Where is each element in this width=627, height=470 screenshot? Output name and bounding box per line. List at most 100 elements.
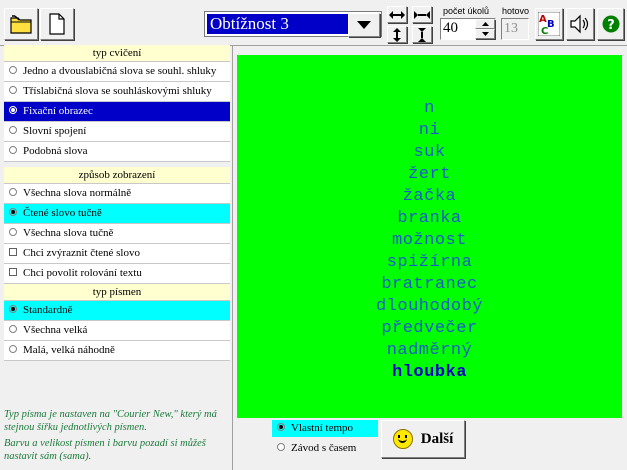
radio-selected-icon: [9, 305, 17, 314]
display-option-3[interactable]: Všechna slova tučně: [4, 224, 230, 244]
display-mode-header: způsob zobrazení: [4, 167, 230, 184]
heighten-button[interactable]: [387, 26, 407, 43]
option-label: Malá, velká náhodně: [23, 344, 115, 356]
checkbox-icon: [9, 248, 17, 257]
radio-icon: [9, 66, 17, 75]
radio-icon: [9, 345, 17, 354]
spinner-down-button[interactable]: [475, 29, 495, 39]
radio-selected-icon: [277, 423, 285, 432]
help-button[interactable]: ?: [597, 8, 624, 40]
svg-text:A: A: [539, 14, 547, 25]
current-word: hloubka: [392, 363, 467, 382]
option-label: Závod s časem: [291, 442, 357, 454]
task-count-spinner[interactable]: 40: [440, 18, 496, 40]
exercise-option-3[interactable]: Fixační obrazec: [4, 102, 230, 122]
exercise-type-header: typ cvičení: [4, 45, 230, 62]
help-icon: ?: [602, 15, 619, 33]
font-option-3[interactable]: Malá, velká náhodně: [4, 341, 230, 361]
word: žačka: [402, 187, 457, 206]
document-icon: [49, 13, 65, 35]
smiley-icon: [392, 429, 413, 449]
task-count-label: počet úkolů: [443, 6, 490, 16]
toolbar: Obtížnost 3 počet úkolů 40 hotovo 13 A B…: [0, 0, 627, 46]
option-label: Slovní spojení: [23, 125, 87, 137]
next-button[interactable]: Další: [381, 420, 465, 458]
word: n: [424, 99, 435, 118]
reading-area: n ni suk žert žačka branka možnost spiží…: [237, 55, 622, 418]
option-label: Všechna slova tučně: [23, 227, 114, 239]
difficulty-value: Obtížnost 3: [207, 14, 349, 34]
narrow-button[interactable]: [412, 6, 432, 23]
option-label: Fixační obrazec: [23, 105, 93, 117]
highlight-word-checkbox[interactable]: Chci zvýraznit čtené slovo: [4, 244, 230, 264]
arrows-inward-vertical-icon: [418, 27, 426, 42]
spinner-up-button[interactable]: [475, 19, 495, 29]
abc-color-icon: A B C: [538, 12, 560, 36]
option-label: Tříslabičná slova se souhláskovými shluk…: [23, 85, 212, 97]
word: bratranec: [381, 275, 478, 294]
word: ni: [418, 121, 441, 140]
word: spižírna: [386, 253, 473, 272]
checkbox-label: Chci zvýraznit čtené slovo: [23, 247, 140, 259]
option-label: Čtené slovo tučně: [23, 207, 102, 219]
done-count-field: 13: [501, 18, 529, 40]
word: nadměrný: [386, 341, 473, 360]
checkbox-label: Chci povolit rolování textu: [23, 267, 142, 279]
widen-button[interactable]: [387, 6, 407, 23]
arrows-outward-horizontal-icon: [389, 10, 405, 19]
arrows-outward-vertical-icon: [393, 27, 401, 42]
triangle-up-icon: [481, 22, 489, 26]
new-document-button[interactable]: [40, 8, 74, 40]
radio-icon: [9, 146, 17, 155]
word: předvečer: [381, 319, 478, 338]
exercise-option-5[interactable]: Podobná slova: [4, 142, 230, 162]
option-label: Vlastní tempo: [291, 422, 354, 434]
time-race-option[interactable]: Závod s časem: [272, 440, 378, 457]
display-option-1[interactable]: Všechna slova normálně: [4, 184, 230, 204]
word: branka: [397, 209, 462, 228]
radio-icon: [9, 126, 17, 135]
option-label: Všechna slova normálně: [23, 187, 132, 199]
next-button-label: Další: [420, 430, 454, 447]
done-label: hotovo: [502, 6, 530, 16]
font-type-header: typ písmen: [4, 284, 230, 301]
folder-icon: [10, 15, 32, 34]
display-option-2[interactable]: Čtené slovo tučně: [4, 204, 230, 224]
font-option-1[interactable]: Standardně: [4, 301, 230, 321]
radio-icon: [9, 228, 17, 237]
arrows-inward-horizontal-icon: [414, 10, 430, 19]
exercise-option-4[interactable]: Slovní spojení: [4, 122, 230, 142]
own-tempo-option[interactable]: Vlastní tempo: [272, 420, 378, 437]
option-label: Standardně: [23, 304, 73, 316]
word: dlouhodobý: [375, 297, 484, 316]
difficulty-select[interactable]: Obtížnost 3: [204, 11, 382, 37]
sound-button[interactable]: [566, 8, 594, 40]
radio-icon: [9, 325, 17, 334]
exercise-option-2[interactable]: Tříslabičná slova se souhláskovými shluk…: [4, 82, 230, 102]
difficulty-dropdown-button[interactable]: [348, 13, 380, 37]
radio-icon: [9, 188, 17, 197]
triangle-down-icon: [357, 21, 371, 29]
word: žert: [408, 165, 451, 184]
settings-panel: typ cvičení Jedno a dvouslabičná slova s…: [4, 45, 230, 361]
checkbox-icon: [9, 268, 17, 277]
scroll-text-checkbox[interactable]: Chci povolit rolování textu: [4, 264, 230, 284]
info-line-2: Barvu a velikost písmen i barvu pozadí s…: [4, 438, 206, 462]
option-label: Podobná slova: [23, 145, 88, 157]
info-line-1: Typ písma je nastaven na "Courier New," …: [4, 409, 217, 433]
speaker-icon: [570, 14, 589, 34]
option-label: Všechna velká: [23, 324, 88, 336]
shorten-button[interactable]: [412, 26, 432, 43]
svg-text:?: ?: [607, 18, 615, 33]
triangle-down-icon: [481, 32, 489, 36]
radio-icon: [277, 443, 285, 452]
info-text: Typ písma je nastaven na "Courier New," …: [4, 408, 232, 463]
open-folder-button[interactable]: [4, 8, 38, 40]
radio-icon: [9, 86, 17, 95]
svg-text:C: C: [541, 26, 548, 36]
exercise-option-1[interactable]: Jedno a dvouslabičná slova se souhl. shl…: [4, 62, 230, 82]
font-color-settings-button[interactable]: A B C: [535, 8, 563, 40]
word: možnost: [392, 231, 467, 250]
option-label: Jedno a dvouslabičná slova se souhl. shl…: [23, 65, 217, 77]
font-option-2[interactable]: Všechna velká: [4, 321, 230, 341]
